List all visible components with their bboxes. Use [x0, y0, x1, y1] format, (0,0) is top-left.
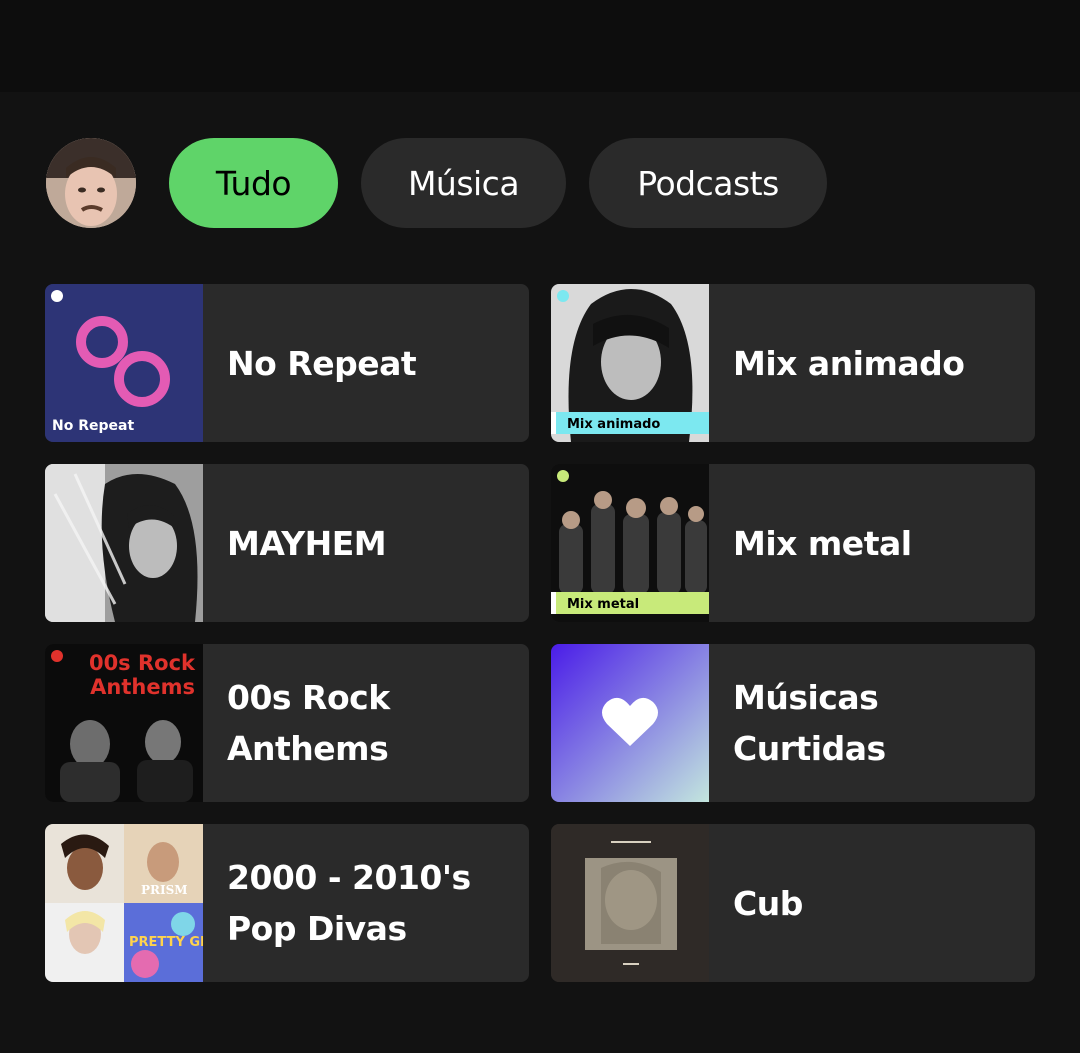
- album-cover: [45, 464, 203, 622]
- shortcut-card-pop-divas[interactable]: PRISM PRETTY GIRLS 2000 - 2010's Pop Div…: [45, 824, 529, 982]
- shortcut-card-no-repeat[interactable]: No Repeat No Repeat: [45, 284, 529, 442]
- filter-chip-tudo[interactable]: Tudo: [169, 138, 338, 228]
- cover-text-line2: Anthems: [90, 675, 195, 699]
- shortcut-title: 00s Rock Anthems: [227, 678, 390, 768]
- filter-chip-podcasts[interactable]: Podcasts: [589, 138, 827, 228]
- album-cover: [551, 824, 709, 982]
- shortcut-title: Cub: [733, 883, 803, 923]
- playlist-cover: Mix metal: [551, 464, 709, 622]
- shortcut-title: No Repeat: [227, 343, 417, 383]
- shortcut-card-cub[interactable]: Cub: [551, 824, 1035, 982]
- cover-text: Mix metal: [567, 597, 639, 612]
- playlist-cover: 00s Rock Anthems: [45, 644, 203, 802]
- cover-text-line1: 00s Rock: [89, 651, 196, 675]
- shortcut-card-mix-metal[interactable]: Mix metal Mix metal: [551, 464, 1035, 622]
- playlist-cover: Mix animado: [551, 284, 709, 442]
- shortcut-card-mix-animado[interactable]: Mix animado Mix animado: [551, 284, 1035, 442]
- playlist-cover: No Repeat: [45, 284, 203, 442]
- liked-songs-cover: [551, 644, 709, 802]
- svg-text:PRETTY GIRLS: PRETTY GIRLS: [129, 935, 203, 950]
- shortcut-title: MAYHEM: [227, 523, 387, 563]
- shortcut-title: Mix animado: [733, 343, 965, 383]
- shortcut-card-mayhem[interactable]: MAYHEM: [45, 464, 529, 622]
- profile-avatar[interactable]: [46, 138, 136, 228]
- status-bar-area: [0, 0, 1080, 92]
- shortcut-card-musicas-curtidas[interactable]: Músicas Curtidas: [551, 644, 1035, 802]
- shortcut-title: Músicas Curtidas: [733, 678, 886, 768]
- svg-text:PRISM: PRISM: [141, 883, 188, 897]
- playlist-mosaic-cover: PRISM PRETTY GIRLS: [45, 824, 203, 982]
- cover-text: No Repeat: [52, 418, 134, 434]
- shortcut-card-00s-rock-anthems[interactable]: 00s Rock Anthems 00s Rock Anthems: [45, 644, 529, 802]
- cover-text: Mix animado: [567, 417, 660, 432]
- filter-chip-musica[interactable]: Música: [361, 138, 566, 228]
- shortcut-title: Mix metal: [733, 523, 912, 563]
- shortcut-title: 2000 - 2010's Pop Divas: [227, 858, 471, 948]
